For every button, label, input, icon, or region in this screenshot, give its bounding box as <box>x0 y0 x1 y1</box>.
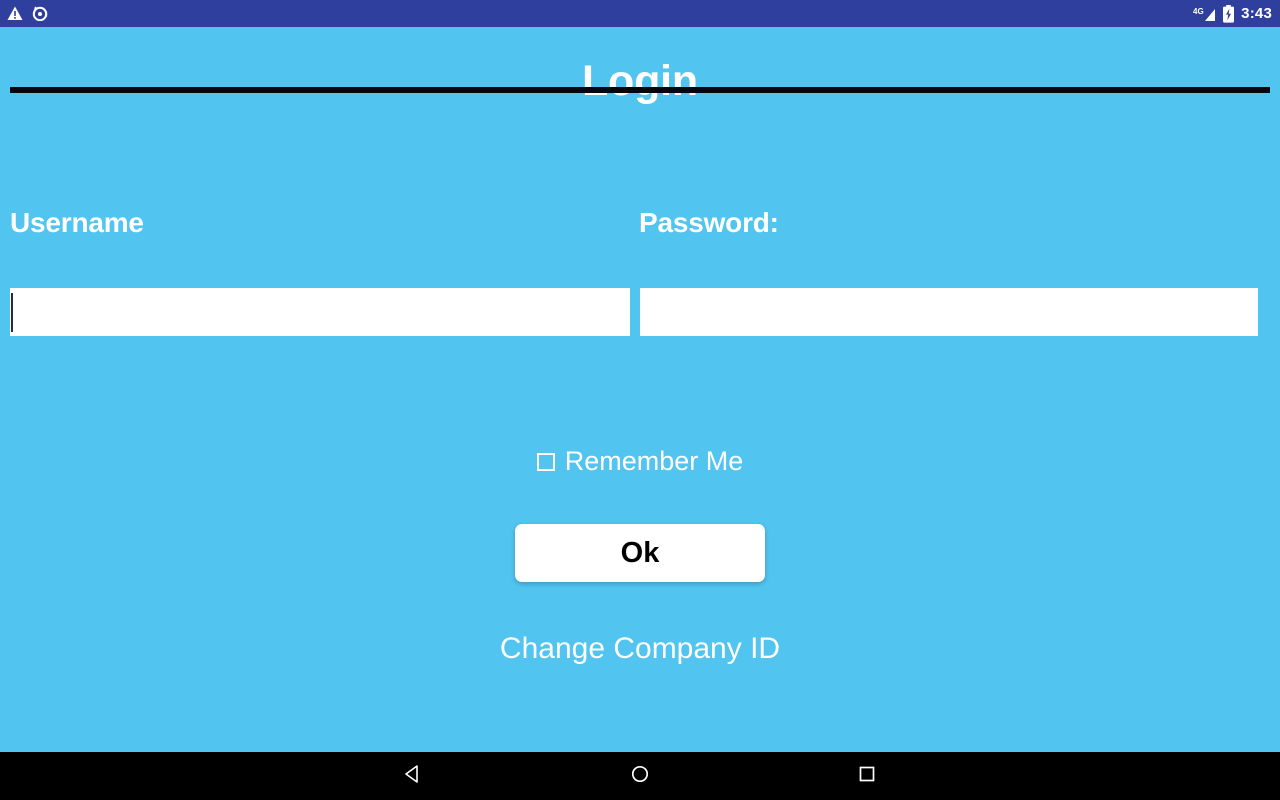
change-company-id-link[interactable]: Change Company ID <box>0 629 1280 669</box>
home-circle-icon <box>630 764 650 789</box>
status-system-icons: 4G 3:43 <box>1193 4 1272 23</box>
recents-button[interactable] <box>837 752 897 800</box>
title-divider <box>10 87 1270 93</box>
android-nav-bar <box>0 752 1280 800</box>
password-input[interactable] <box>640 288 1258 336</box>
ok-button[interactable]: Ok <box>515 524 765 582</box>
home-button[interactable] <box>610 752 670 800</box>
alarm-notification-icon <box>32 6 49 22</box>
status-clock: 3:43 <box>1241 5 1272 22</box>
remember-me-label: Remember Me <box>564 446 744 476</box>
username-input[interactable] <box>10 288 630 336</box>
warning-triangle-icon <box>7 6 23 21</box>
login-content: Login Username Password: Remember Me Ok … <box>0 27 1280 752</box>
back-triangle-icon <box>403 764 423 789</box>
status-notification-icons <box>7 6 49 22</box>
remember-me-row[interactable]: Remember Me <box>0 445 1280 477</box>
battery-charging-icon <box>1222 4 1235 23</box>
android-login-screen: 4G 3:43 Login Username Password: Remembe… <box>0 0 1280 800</box>
password-label: Password: <box>639 207 779 238</box>
back-button[interactable] <box>383 752 443 800</box>
field-labels-row: Username Password: <box>0 205 1280 245</box>
text-cursor <box>11 293 13 332</box>
status-bar: 4G 3:43 <box>0 0 1280 27</box>
page-title: Login <box>581 57 698 105</box>
signal-bars-icon: 4G <box>1193 6 1216 22</box>
svg-text:4G: 4G <box>1193 7 1204 16</box>
recents-square-icon <box>857 764 877 789</box>
username-label: Username <box>10 207 144 238</box>
remember-me-checkbox[interactable] <box>536 453 555 471</box>
field-inputs-row <box>0 288 1280 336</box>
